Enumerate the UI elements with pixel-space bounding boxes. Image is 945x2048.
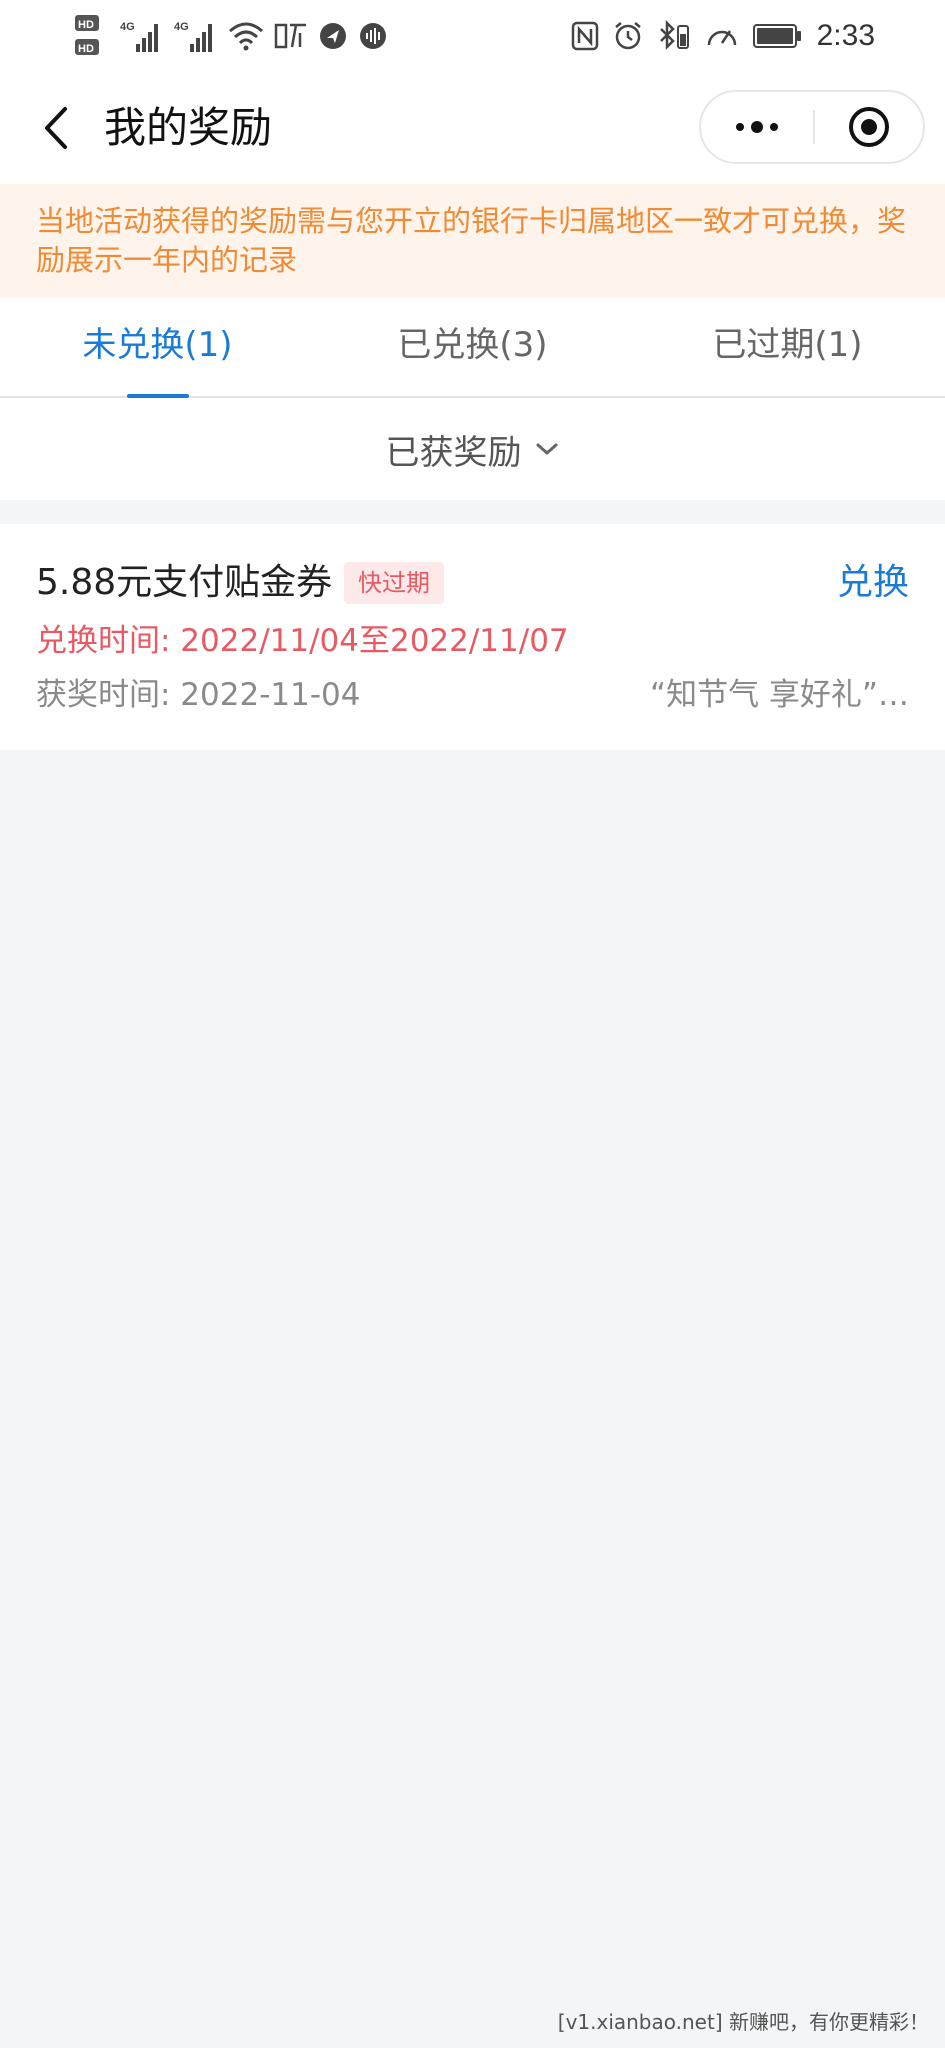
filter-label: 已获奖励 xyxy=(385,432,522,473)
notice-banner: 当地活动获得的奖励需与您开立的银行卡归属地区一致才可兑换，奖励展示一年内的记录 xyxy=(0,184,945,298)
signal-2-icon: 4G xyxy=(174,18,218,54)
hd-badge-icon: HD HD xyxy=(74,13,110,59)
more-dots-icon xyxy=(736,121,778,133)
tab-unredeemed[interactable]: 未兑换(1) xyxy=(0,298,315,398)
target-close-icon xyxy=(849,107,889,147)
activity-name: “知节气 享好礼”… xyxy=(650,677,909,713)
close-miniprogram-button[interactable] xyxy=(815,92,923,162)
svg-text:4G: 4G xyxy=(174,21,189,33)
bluetooth-battery-icon xyxy=(657,20,691,52)
svg-text:HD: HD xyxy=(78,43,94,55)
back-button[interactable] xyxy=(28,100,84,156)
location-app-icon xyxy=(318,21,348,51)
more-button[interactable] xyxy=(701,92,813,162)
expiring-badge: 快过期 xyxy=(344,562,444,604)
listen-app-icon xyxy=(274,21,308,51)
battery-icon xyxy=(752,23,803,49)
alarm-icon xyxy=(613,21,643,51)
tab-redeemed[interactable]: 已兑换(3) xyxy=(315,298,630,396)
miniprogram-capsule xyxy=(699,90,925,164)
tab-label: 已过期(1) xyxy=(712,325,863,365)
nfc-icon xyxy=(571,21,599,51)
svg-text:4G: 4G xyxy=(120,21,135,33)
svg-text:HD: HD xyxy=(78,19,94,31)
reward-filter-dropdown[interactable]: 已获奖励 xyxy=(0,398,945,500)
chevron-down-icon xyxy=(536,443,557,455)
nav-bar: 我的奖励 xyxy=(0,72,945,184)
status-left: HD HD 4G 4G xyxy=(74,10,388,62)
wifi-icon xyxy=(228,21,264,51)
tab-expired[interactable]: 已过期(1) xyxy=(630,298,945,396)
tab-bar: 未兑换(1) 已兑换(3) 已过期(1) xyxy=(0,298,945,398)
redeem-button[interactable]: 兑换 xyxy=(837,560,909,606)
award-time: 获奖时间: 2022-11-04 xyxy=(36,677,361,713)
audio-app-icon xyxy=(358,21,388,51)
signal-1-icon: 4G xyxy=(120,18,164,54)
speed-gauge-icon xyxy=(705,21,739,51)
watermark-text: [v1.xianbao.net] 新赚吧，有你更精彩！ xyxy=(557,2010,929,2034)
chevron-left-icon xyxy=(45,107,67,149)
page: HD HD 4G 4G 2:33 我的奖励 当地活动获得的奖励需与您开立的银行卡… xyxy=(0,0,945,2048)
reward-card: 5.88元支付贴金券 快过期 兑换 兑换时间: 2022/11/04至2022/… xyxy=(0,524,945,750)
tab-label: 未兑换(1) xyxy=(82,325,233,365)
tab-label: 已兑换(3) xyxy=(397,325,548,365)
page-title: 我的奖励 xyxy=(104,103,273,152)
status-right: 2:33 xyxy=(571,10,875,62)
reward-title: 5.88元支付贴金券 xyxy=(36,562,333,603)
status-bar: HD HD 4G 4G 2:33 xyxy=(0,0,945,72)
redeem-time: 兑换时间: 2022/11/04至2022/11/07 xyxy=(36,623,569,659)
status-time: 2:33 xyxy=(816,19,875,52)
